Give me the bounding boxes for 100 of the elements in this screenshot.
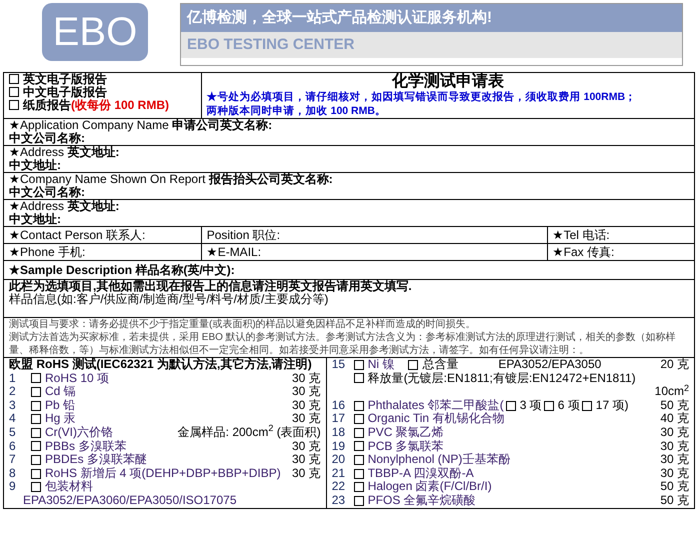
sample-amount: 50 克 (660, 494, 689, 508)
required-note: 两种版本同时申请，加收 100 RMB。 (206, 104, 387, 118)
checkbox[interactable] (9, 87, 19, 97)
field-label: ★Address 英文地址: (9, 200, 120, 213)
method-text: EPA3052/EPA3060/EPA3050/ISO17075 (22, 494, 238, 508)
test-name: RoHS 新增后 4 项(DEHP+DBP+BBP+DIBP) (45, 466, 281, 480)
option-label: 17 项) (596, 398, 628, 412)
sample-amount: 30 克 (292, 385, 321, 399)
field-label: ★Company Name Shown On Report 报告抬头公司英文名称: (9, 173, 334, 186)
test-name: TBBP-A 四溴双酚-A (368, 466, 474, 480)
sample-amount: 10cm$^{2}$ (654, 385, 689, 399)
field-label: ★Sample Description 样品名称(英/中文): (9, 262, 236, 279)
checkbox[interactable] (354, 482, 364, 492)
field-label: 中文公司名称: (9, 132, 85, 145)
subtitle-banner: EBO TESTING CENTER (181, 32, 682, 58)
checkbox[interactable] (354, 360, 364, 370)
field-label: ★Address 英文地址: (9, 146, 120, 159)
sample-amount: 30 克 (660, 426, 689, 440)
item-number: 1 (9, 372, 17, 386)
checkbox[interactable] (9, 100, 19, 110)
item-number: 6 (9, 440, 17, 454)
checkbox[interactable] (354, 373, 364, 384)
test-name: Cr(VI)六价铬 (45, 426, 113, 440)
checkbox[interactable] (31, 482, 41, 492)
test-name: Pb 铅 (45, 398, 76, 412)
field-label: Position 职位: (206, 227, 282, 243)
test-name: Hg 汞 (45, 412, 76, 426)
field-label: ★Application Company Name 申请公司英文名称: (9, 119, 274, 132)
item-number: 7 (9, 453, 17, 467)
field-label: 样品信息(如:客户/供应商/制造商/型号/料号/材质/主要成分等) (9, 293, 330, 306)
sample-amount: 30 克 (660, 466, 689, 480)
sample-amount: 30 克 (660, 453, 689, 467)
method-text: EPA3052/EPA3050 (498, 358, 602, 372)
sample-amount: 50 克 (660, 398, 689, 412)
report-option: 纸质报告(收每份 100 RMB) (23, 98, 170, 112)
field-label: ★Contact Person 联系人: (9, 227, 146, 243)
item-number: 9 (9, 480, 17, 494)
option-label: 释放量(无镀层:EN1811;有镀层:EN12472+EN1811) (368, 372, 636, 386)
checkbox[interactable] (354, 468, 364, 479)
option-label: 6 项 (558, 398, 580, 412)
checkbox[interactable] (506, 400, 516, 411)
sample-amount: 20 克 (660, 358, 689, 372)
item-number: 19 (332, 440, 346, 454)
test-name: Organic Tin 有机锡化合物 (368, 412, 504, 426)
item-number: 8 (9, 466, 17, 480)
sample-amount: 30 克 (292, 398, 321, 412)
checkbox[interactable] (31, 428, 41, 438)
field-label: 中文地址: (9, 213, 62, 226)
checkbox[interactable] (582, 400, 592, 411)
sample-amount: 30 克 (292, 466, 321, 480)
slogan-banner: 亿博检测，全球一站式产品检测认证服务机构! (181, 4, 682, 32)
checkbox[interactable] (354, 454, 364, 465)
test-name: 包装材料 (45, 480, 93, 494)
logo: EBO (42, 3, 148, 61)
test-name: Nonylphenol (NP)壬基苯酚 (368, 453, 510, 467)
test-name: PBBs 多溴联苯 (45, 440, 126, 453)
item-number: 17 (332, 412, 346, 426)
field-label: ★Tel 电话: (552, 227, 611, 243)
requirement-text: 测试方法首选为买家标准，若未提供，采用 EBO 默认的参考测试方法。参考测试方法含义为：参考标准测试方法的原理进行测试，相关的参数（如称样量、稀释倍数，等）与标准测试方法相似但不一定完全相同。如若接受并同意采用参考测试方法，请签字。如有任何异议请注明：。 (9, 331, 677, 357)
sample-amount: 30 克 (292, 440, 321, 453)
test-name: PBDEs 多溴联苯醚 (45, 453, 148, 467)
test-name: PFOS 全氟辛烷磺酸 (368, 494, 476, 508)
checkbox[interactable] (31, 468, 41, 479)
item-number: 4 (9, 412, 17, 426)
test-name: PVC 聚氯乙烯 (368, 426, 444, 440)
sample-amount: 30 克 (660, 440, 689, 453)
checkbox[interactable] (31, 373, 41, 384)
option-label: 总含量 (422, 358, 458, 372)
checkbox[interactable] (544, 400, 554, 411)
checkbox[interactable] (31, 386, 41, 397)
checkbox[interactable] (354, 428, 364, 438)
item-number: 18 (332, 426, 346, 440)
checkbox[interactable] (354, 400, 364, 411)
checkbox[interactable] (354, 496, 364, 506)
test-name: Phthalates 邻苯二甲酸盐( (368, 398, 504, 412)
checkbox[interactable] (31, 414, 41, 424)
checkbox[interactable] (408, 360, 418, 370)
sample-amount: 金属样品: 200cm$^{2}$ (表面积) (178, 426, 321, 440)
checkbox[interactable] (31, 454, 41, 465)
field-label: ★Phone 手机: (9, 244, 86, 260)
test-name: RoHS 10 项 (45, 372, 110, 386)
checkbox[interactable] (31, 400, 41, 411)
item-number: 16 (332, 398, 346, 412)
checkbox[interactable] (354, 441, 364, 452)
option-label: 3 项 (520, 398, 542, 412)
field-label: 中文地址: (9, 159, 62, 172)
field-label: 中文公司名称: (9, 186, 86, 199)
optional-note: 此栏为选填项目,其他如需出现在报告上的信息请注明英文报告请用英文填写. (9, 280, 413, 293)
checkbox[interactable] (354, 414, 364, 424)
test-name: PCB 多氯联苯 (368, 440, 444, 454)
requirement-text: 测试项目与要求：请务必提供不少于指定重量(或表面积)的样品以避免因样品不足补样而造成的时间损失。 (9, 318, 477, 331)
checkbox[interactable] (31, 441, 41, 452)
checkbox[interactable] (9, 74, 19, 84)
test-name: Ni 镍 (368, 358, 394, 372)
report-option: 中文电子版报告 (23, 85, 107, 99)
test-name: Halogen 卤素(F/Cl/Br/I) (368, 480, 492, 494)
item-number: 2 (9, 385, 17, 399)
sample-amount: 40 克 (660, 412, 689, 426)
test-name: Cd 镉 (45, 385, 76, 399)
form-title: 化学测试申请表 (390, 73, 505, 90)
